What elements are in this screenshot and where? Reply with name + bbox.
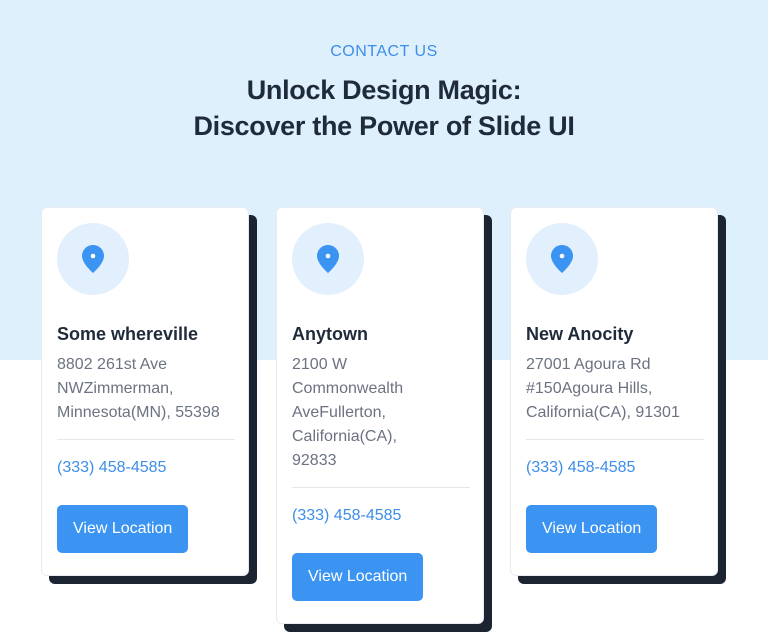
phone-link[interactable]: (333) 458-4585 <box>57 457 233 479</box>
view-location-button[interactable]: View Location <box>526 505 658 553</box>
location-card: New Anocity 27001 Agoura Rd #150Agoura H… <box>510 207 726 584</box>
location-address: 27001 Agoura Rd #150Agoura Hills, Califo… <box>526 356 680 421</box>
page-title-line-2: Discover the Power of Slide UI <box>193 111 575 141</box>
location-address: 8802 261st Ave NWZimmerman, Minnesota(MN… <box>57 356 220 421</box>
phone-link[interactable]: (333) 458-4585 <box>292 505 468 527</box>
view-location-button[interactable]: View Location <box>57 505 189 553</box>
location-address: 2100 W Commonwealth AveFullerton, Califo… <box>292 356 404 469</box>
divider <box>57 439 235 440</box>
divider <box>292 487 470 488</box>
location-title: Anytown <box>292 324 368 344</box>
location-card: Some whereville 8802 261st Ave NWZimmerm… <box>41 207 257 584</box>
divider <box>526 439 704 440</box>
page-title-line-1: Unlock Design Magic: <box>246 75 522 105</box>
location-title: Some whereville <box>57 324 199 344</box>
location-pin-icon <box>57 223 129 295</box>
section-eyebrow: CONTACT US <box>330 43 438 60</box>
page-title: Unlock Design Magic: Discover the Power … <box>0 72 768 144</box>
location-card-body: New Anocity 27001 Agoura Rd #150Agoura H… <box>510 207 718 576</box>
location-card-body: Anytown 2100 W Commonwealth AveFullerton… <box>276 207 484 624</box>
location-pin-icon <box>292 223 364 295</box>
location-title: New Anocity <box>526 324 634 344</box>
view-location-button[interactable]: View Location <box>292 553 424 601</box>
location-card: Anytown 2100 W Commonwealth AveFullerton… <box>276 207 492 632</box>
location-pin-icon <box>526 223 598 295</box>
location-card-body: Some whereville 8802 261st Ave NWZimmerm… <box>41 207 249 576</box>
phone-link[interactable]: (333) 458-4585 <box>526 457 702 479</box>
